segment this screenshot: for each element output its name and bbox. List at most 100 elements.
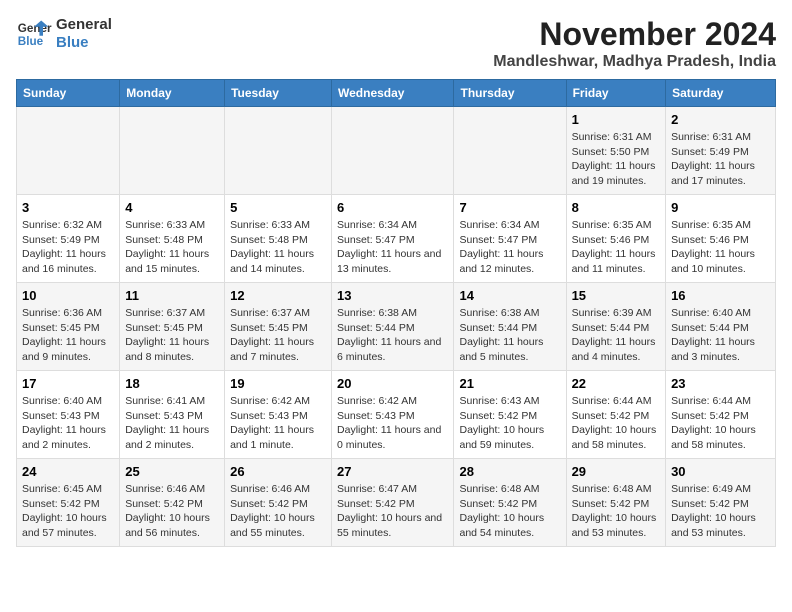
day-number: 25 [125,464,219,479]
calendar-day-cell: 5Sunrise: 6:33 AM Sunset: 5:48 PM Daylig… [225,195,332,283]
day-number: 17 [22,376,114,391]
header-saturday: Saturday [666,80,776,107]
day-number: 6 [337,200,448,215]
day-number: 21 [459,376,560,391]
day-info: Sunrise: 6:32 AM Sunset: 5:49 PM Dayligh… [22,218,114,277]
day-info: Sunrise: 6:48 AM Sunset: 5:42 PM Dayligh… [459,482,560,541]
day-number: 3 [22,200,114,215]
calendar-day-cell: 12 Sunrise: 6:37 AM Sunset: 5:45 PM Dayli… [225,283,332,371]
calendar-day-cell: 1 Sunrise: 6:31 AM Sunset: 5:50 PM Daylig… [566,107,665,195]
day-info: Sunrise: 6:39 AM Sunset: 5:44 PM Dayligh… [572,306,660,365]
empty-cell [454,107,566,195]
day-info: Sunrise: 6:31 AM Sunset: 5:49 PM Dayligh… [671,130,770,189]
calendar-day-cell: 25 Sunrise: 6:46 AM Sunset: 5:42 PM Dayli… [120,459,225,547]
day-number: 23 [671,376,770,391]
calendar-day-cell: 2 Sunrise: 6:31 AM Sunset: 5:49 PM Daylig… [666,107,776,195]
day-number: 20 [337,376,448,391]
calendar-day-cell: 11 Sunrise: 6:37 AM Sunset: 5:45 PM Dayli… [120,283,225,371]
day-number: 7 [459,200,560,215]
page-title: November 2024 [493,16,776,53]
calendar-week-row: 3 Sunrise: 6:32 AM Sunset: 5:49 PM Daylig… [17,195,776,283]
calendar-day-cell: 13 Sunrise: 6:38 AM Sunset: 5:44 PM Dayli… [332,283,454,371]
day-number: 26 [230,464,326,479]
calendar-day-cell: 24Sunrise: 6:45 AM Sunset: 5:42 PM Dayli… [17,459,120,547]
day-info: Sunrise: 6:44 AM Sunset: 5:42 PM Dayligh… [671,394,770,453]
day-info: Sunrise: 6:36 AM Sunset: 5:45 PM Dayligh… [22,306,114,365]
calendar-day-cell: 10 Sunrise: 6:36 AM Sunset: 5:45 PM Dayli… [17,283,120,371]
day-info: Sunrise: 6:37 AM Sunset: 5:45 PM Dayligh… [125,306,219,365]
calendar-day-cell: 19 Sunrise: 6:42 AM Sunset: 5:43 PM Dayli… [225,371,332,459]
calendar-day-cell: 4 Sunrise: 6:33 AM Sunset: 5:48 PM Daylig… [120,195,225,283]
day-info: Sunrise: 6:38 AM Sunset: 5:44 PM Dayligh… [337,306,448,365]
day-number: 8 [572,200,660,215]
calendar-week-row: 17 Sunrise: 6:40 AM Sunset: 5:43 PM Dayli… [17,371,776,459]
header-sunday: Sunday [17,80,120,107]
calendar-day-cell: 16 Sunrise: 6:40 AM Sunset: 5:44 PM Dayli… [666,283,776,371]
calendar-day-cell: 8 Sunrise: 6:35 AM Sunset: 5:46 PM Daylig… [566,195,665,283]
day-info: Sunrise: 6:40 AM Sunset: 5:43 PM Dayligh… [22,394,114,453]
calendar-header-row: SundayMondayTuesdayWednesdayThursdayFrid… [17,80,776,107]
calendar-day-cell: 30Sunrise: 6:49 AM Sunset: 5:42 PM Dayli… [666,459,776,547]
empty-cell [225,107,332,195]
day-number: 16 [671,288,770,303]
calendar-week-row: 10 Sunrise: 6:36 AM Sunset: 5:45 PM Dayli… [17,283,776,371]
day-info: Sunrise: 6:38 AM Sunset: 5:44 PM Dayligh… [459,306,560,365]
day-info: Sunrise: 6:37 AM Sunset: 5:45 PM Dayligh… [230,306,326,365]
calendar-day-cell: 23 Sunrise: 6:44 AM Sunset: 5:42 PM Dayli… [666,371,776,459]
day-number: 14 [459,288,560,303]
header-tuesday: Tuesday [225,80,332,107]
calendar-day-cell: 9 Sunrise: 6:35 AM Sunset: 5:46 PM Daylig… [666,195,776,283]
calendar-table: SundayMondayTuesdayWednesdayThursdayFrid… [16,79,776,547]
header-friday: Friday [566,80,665,107]
logo-text: General Blue [56,16,112,52]
day-number: 1 [572,112,660,127]
day-info: Sunrise: 6:42 AM Sunset: 5:43 PM Dayligh… [230,394,326,453]
day-info: Sunrise: 6:33 AM Sunset: 5:48 PM Dayligh… [125,218,219,277]
day-info: Sunrise: 6:47 AM Sunset: 5:42 PM Dayligh… [337,482,448,541]
empty-cell [332,107,454,195]
day-info: Sunrise: 6:48 AM Sunset: 5:42 PM Dayligh… [572,482,660,541]
day-number: 19 [230,376,326,391]
calendar-day-cell: 3 Sunrise: 6:32 AM Sunset: 5:49 PM Daylig… [17,195,120,283]
calendar-day-cell: 27 Sunrise: 6:47 AM Sunset: 5:42 PM Dayli… [332,459,454,547]
day-info: Sunrise: 6:33 AM Sunset: 5:48 PM Dayligh… [230,218,326,277]
calendar-day-cell: 29Sunrise: 6:48 AM Sunset: 5:42 PM Dayli… [566,459,665,547]
day-number: 2 [671,112,770,127]
day-number: 27 [337,464,448,479]
calendar-week-row: 1 Sunrise: 6:31 AM Sunset: 5:50 PM Daylig… [17,107,776,195]
day-number: 12 [230,288,326,303]
day-number: 4 [125,200,219,215]
calendar-day-cell: 17 Sunrise: 6:40 AM Sunset: 5:43 PM Dayli… [17,371,120,459]
day-info: Sunrise: 6:44 AM Sunset: 5:42 PM Dayligh… [572,394,660,453]
day-number: 28 [459,464,560,479]
day-info: Sunrise: 6:46 AM Sunset: 5:42 PM Dayligh… [230,482,326,541]
day-info: Sunrise: 6:46 AM Sunset: 5:42 PM Dayligh… [125,482,219,541]
calendar-day-cell: 21Sunrise: 6:43 AM Sunset: 5:42 PM Dayli… [454,371,566,459]
calendar-week-row: 24Sunrise: 6:45 AM Sunset: 5:42 PM Dayli… [17,459,776,547]
logo-icon: General Blue [16,16,52,52]
calendar-day-cell: 22 Sunrise: 6:44 AM Sunset: 5:42 PM Dayli… [566,371,665,459]
page-subtitle: Mandleshwar, Madhya Pradesh, India [493,53,776,71]
calendar-day-cell: 14 Sunrise: 6:38 AM Sunset: 5:44 PM Dayli… [454,283,566,371]
header-thursday: Thursday [454,80,566,107]
day-info: Sunrise: 6:45 AM Sunset: 5:42 PM Dayligh… [22,482,114,541]
calendar-day-cell: 7Sunrise: 6:34 AM Sunset: 5:47 PM Daylig… [454,195,566,283]
day-info: Sunrise: 6:31 AM Sunset: 5:50 PM Dayligh… [572,130,660,189]
header-monday: Monday [120,80,225,107]
day-number: 22 [572,376,660,391]
day-info: Sunrise: 6:40 AM Sunset: 5:44 PM Dayligh… [671,306,770,365]
day-number: 13 [337,288,448,303]
day-number: 9 [671,200,770,215]
calendar-day-cell: 18Sunrise: 6:41 AM Sunset: 5:43 PM Dayli… [120,371,225,459]
page-header: General Blue General Blue November 2024 … [16,16,776,71]
day-number: 15 [572,288,660,303]
calendar-day-cell: 26 Sunrise: 6:46 AM Sunset: 5:42 PM Dayli… [225,459,332,547]
day-info: Sunrise: 6:35 AM Sunset: 5:46 PM Dayligh… [671,218,770,277]
day-info: Sunrise: 6:35 AM Sunset: 5:46 PM Dayligh… [572,218,660,277]
calendar-day-cell: 6Sunrise: 6:34 AM Sunset: 5:47 PM Daylig… [332,195,454,283]
day-number: 10 [22,288,114,303]
day-number: 11 [125,288,219,303]
day-number: 30 [671,464,770,479]
logo: General Blue General Blue [16,16,112,52]
calendar-day-cell: 15 Sunrise: 6:39 AM Sunset: 5:44 PM Dayli… [566,283,665,371]
